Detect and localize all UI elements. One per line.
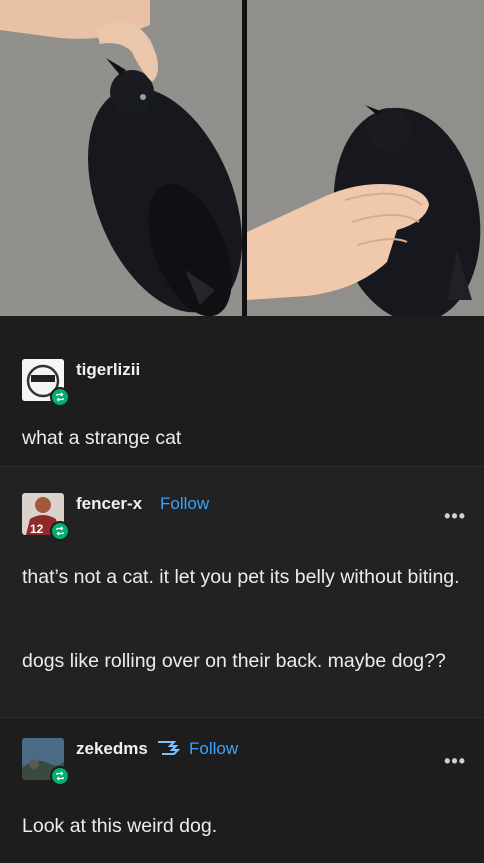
reblog-badge-icon (50, 387, 70, 407)
photo-crow-being-petted-left[interactable] (0, 0, 242, 316)
blue-ribbon-badge-icon (158, 739, 181, 757)
post-text: what a strange cat (22, 427, 182, 449)
follow-button[interactable]: Follow (189, 739, 238, 759)
username-zekedms[interactable]: zekedms (76, 739, 148, 759)
post-text: Look at this weird dog. (22, 815, 218, 837)
post-text: dogs like rolling over on their back. ma… (22, 650, 446, 672)
reblog-badge-icon (50, 521, 70, 541)
post-photoset[interactable] (0, 0, 484, 316)
reblog-entry-tigerlizii: tigerlizii what a strange cat (0, 316, 484, 466)
reblog-badge-icon (50, 766, 70, 786)
reblog-entry-fencer-x: 12 fencer-x Follow ••• that’s not a cat.… (0, 466, 484, 717)
crow-photo-left (0, 0, 242, 316)
post-text: that’s not a cat. it let you pet its bel… (22, 566, 460, 588)
more-options-icon[interactable]: ••• (444, 751, 466, 772)
reblog-entry-zekedms: zekedms Follow ••• Look at this weird do… (0, 717, 484, 863)
crow-photo-right (247, 0, 484, 316)
photo-crow-being-petted-right[interactable] (247, 0, 484, 316)
more-options-icon[interactable]: ••• (444, 506, 466, 527)
follow-button[interactable]: Follow (160, 494, 209, 514)
username-tigerlizii[interactable]: tigerlizii (76, 360, 140, 380)
svg-text:12: 12 (30, 522, 44, 535)
username-fencer-x[interactable]: fencer-x (76, 494, 142, 514)
